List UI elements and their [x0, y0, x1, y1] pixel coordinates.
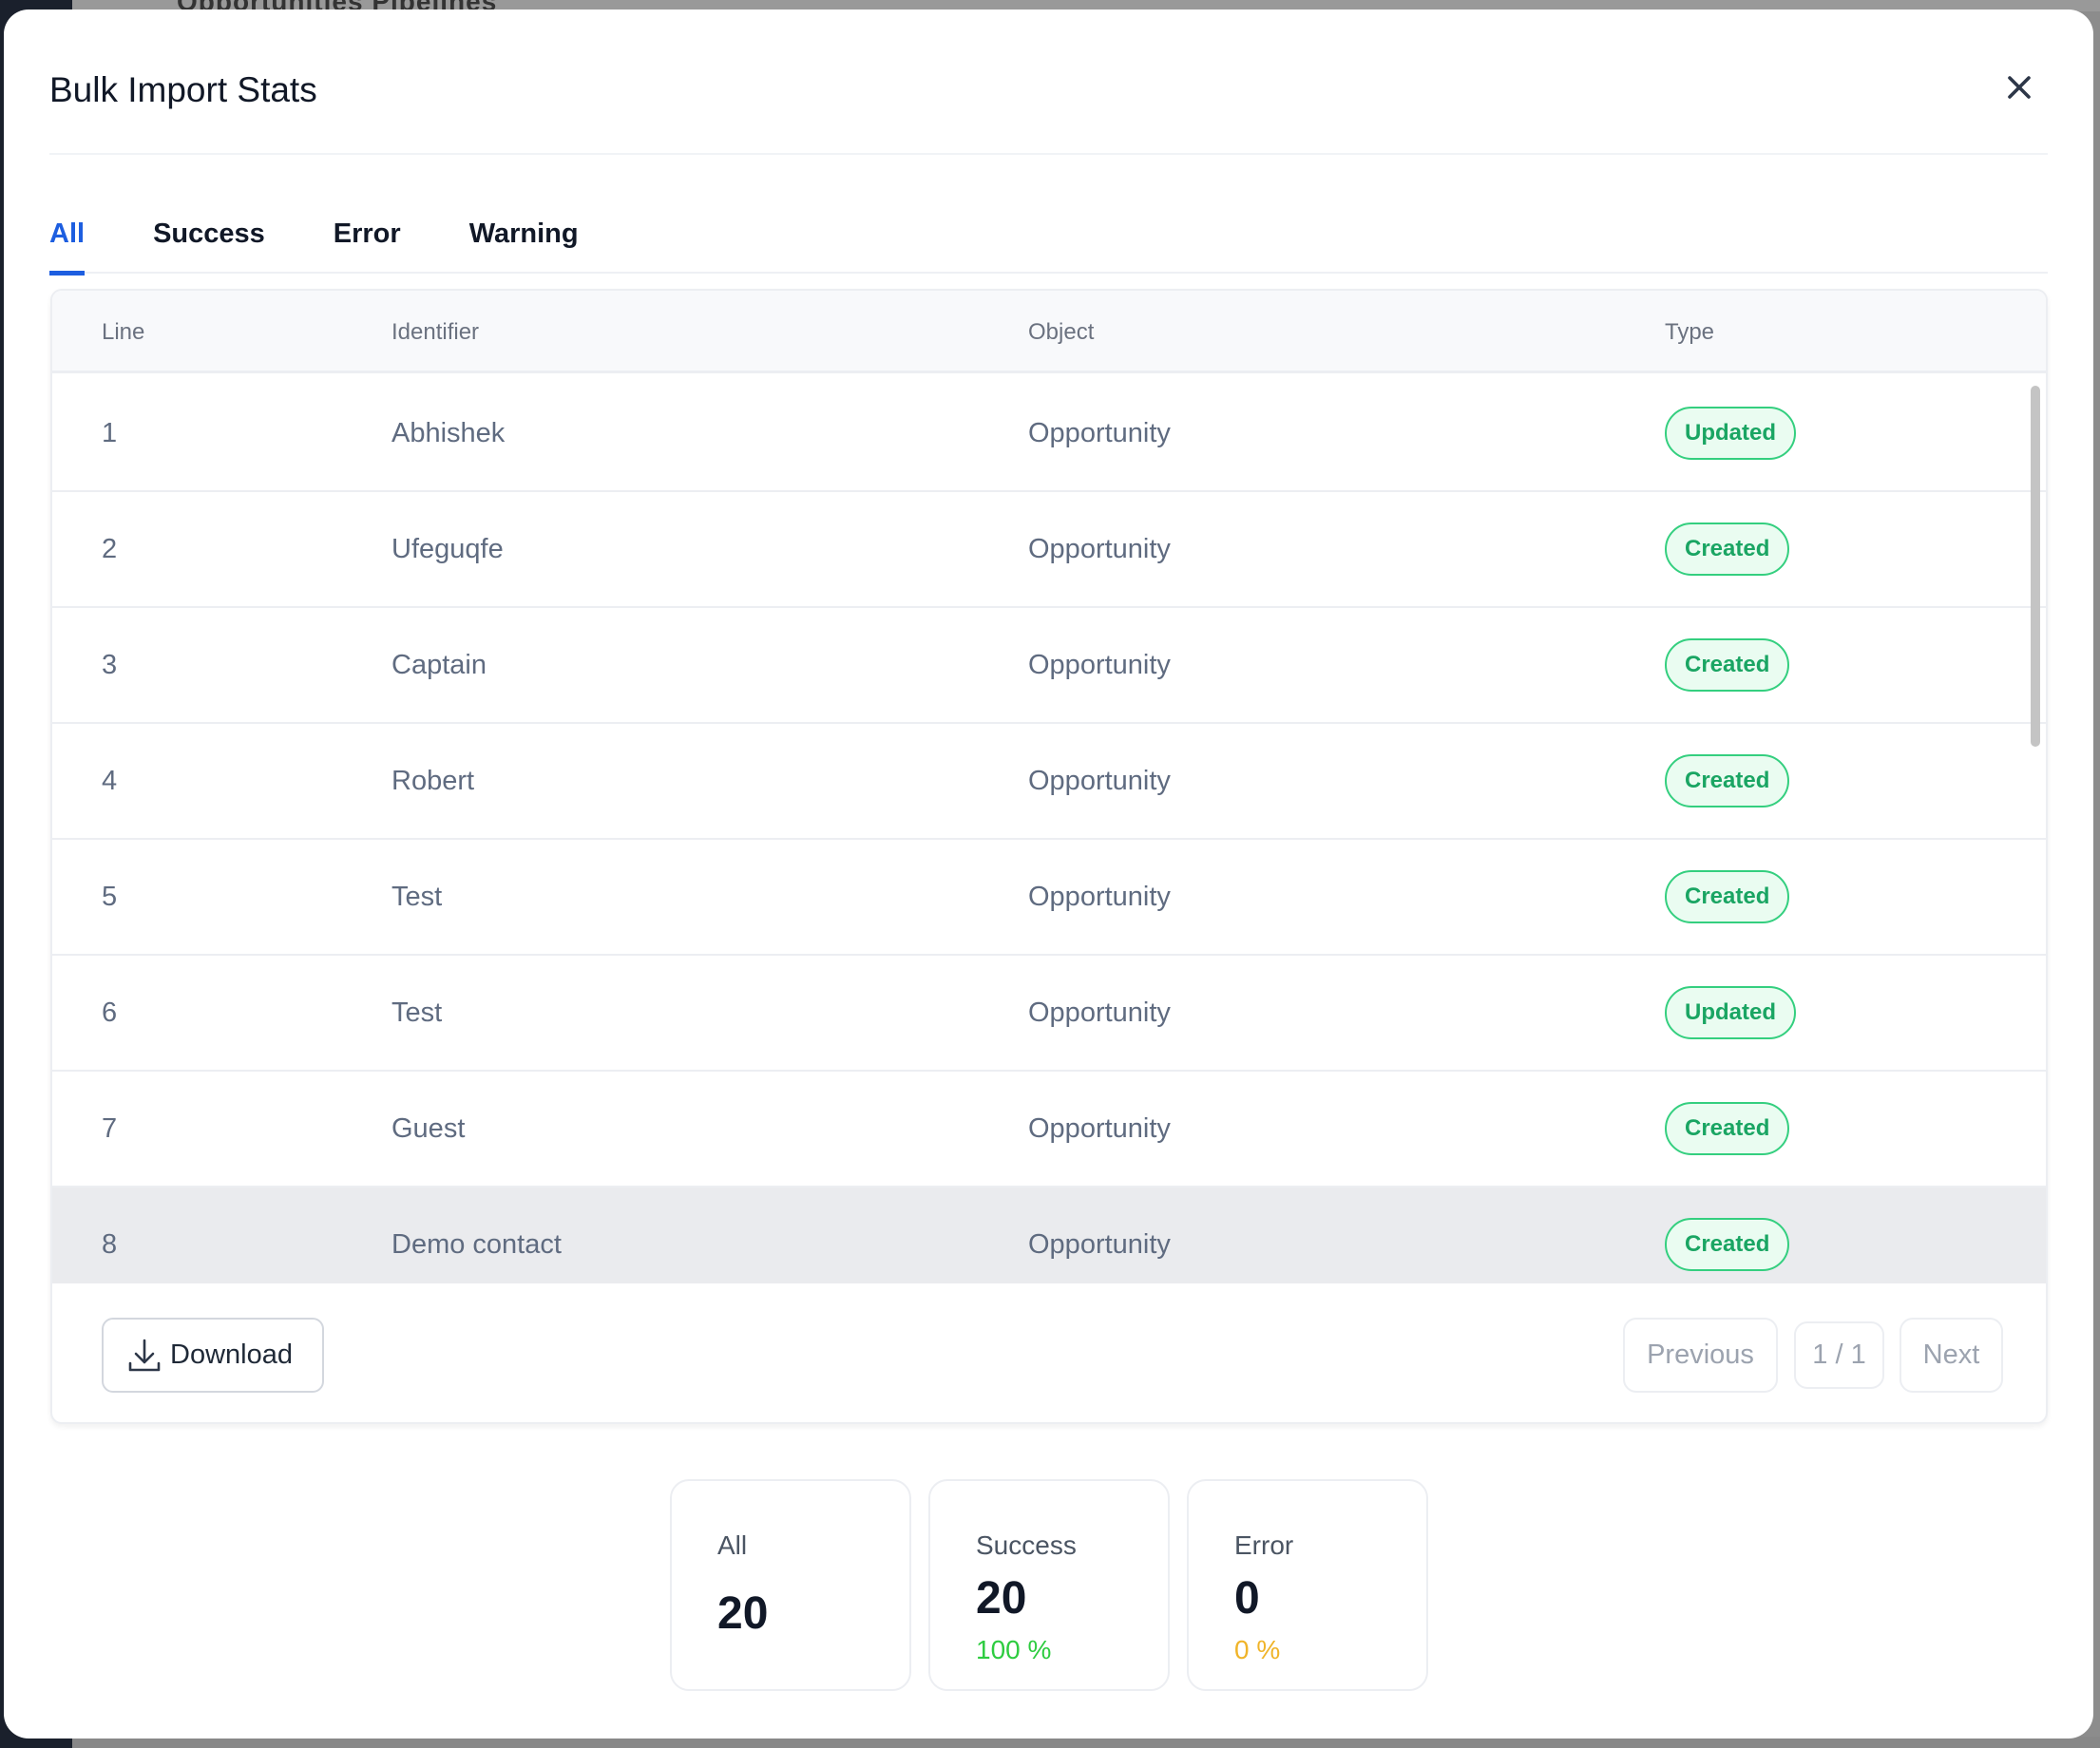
table-row[interactable]: 1 Abhishek Opportunity Updated [52, 376, 2046, 492]
tab-warning[interactable]: Warning [469, 209, 579, 274]
cell-identifier: Ufeguqfe [391, 534, 504, 564]
table-body: 1 Abhishek Opportunity Updated 2 Ufeguqf… [52, 376, 2046, 1283]
cell-line: 4 [102, 766, 118, 796]
stat-percent-success: 100 % [976, 1635, 1052, 1664]
stat-label-all: All [717, 1530, 748, 1560]
type-badge: Created [1665, 638, 1790, 692]
cell-object: Opportunity [1028, 650, 1171, 680]
close-button[interactable] [2000, 68, 2038, 106]
cell-line: 8 [102, 1229, 118, 1260]
table-row[interactable]: 3 Captain Opportunity Created [52, 608, 2046, 724]
import-results-table: Line Identifier Object Type 1 Abhishek O… [50, 289, 2048, 1424]
cell-object: Opportunity [1028, 418, 1171, 448]
stat-label-success: Success [976, 1530, 1077, 1560]
cell-identifier: Guest [391, 1113, 466, 1144]
close-icon [2008, 76, 2031, 99]
table-row[interactable]: 2 Ufeguqfe Opportunity Created [52, 492, 2046, 608]
cell-line: 5 [102, 882, 118, 912]
column-header-line: Line [102, 319, 145, 345]
bulk-import-stats-modal: Bulk Import Stats All Success Error Warn… [4, 10, 2093, 1738]
column-header-type: Type [1665, 319, 1715, 345]
stat-card-all: All 20 [670, 1479, 911, 1691]
cell-object: Opportunity [1028, 998, 1171, 1028]
stat-value-all: 20 [717, 1588, 769, 1639]
download-icon [128, 1339, 161, 1371]
cell-identifier: Test [391, 998, 443, 1028]
table-scrollbar[interactable] [2031, 386, 2040, 747]
cell-object: Opportunity [1028, 882, 1171, 912]
cell-identifier: Robert [391, 766, 475, 796]
next-page-button[interactable]: Next [1900, 1318, 2003, 1393]
stat-label-error: Error [1234, 1530, 1294, 1560]
tab-success[interactable]: Success [153, 209, 265, 274]
type-badge: Created [1665, 754, 1790, 808]
column-header-identifier: Identifier [391, 319, 480, 345]
type-badge: Created [1665, 522, 1790, 576]
header-divider [49, 153, 2048, 155]
cell-identifier: Abhishek [391, 418, 506, 448]
cell-line: 1 [102, 418, 118, 448]
table-header: Line Identifier Object Type [52, 291, 2046, 373]
stat-value-error: 0 [1234, 1573, 1260, 1624]
cell-identifier: Captain [391, 650, 487, 680]
type-badge: Created [1665, 870, 1790, 923]
cell-object: Opportunity [1028, 1113, 1171, 1144]
cell-identifier: Test [391, 882, 443, 912]
stat-card-success: Success 20 100 % [928, 1479, 1170, 1691]
cell-object: Opportunity [1028, 1229, 1171, 1260]
previous-page-button[interactable]: Previous [1623, 1318, 1778, 1393]
cell-object: Opportunity [1028, 766, 1171, 796]
stat-value-success: 20 [976, 1573, 1027, 1624]
table-row[interactable]: 8 Demo contact Opportunity Created [52, 1188, 2046, 1283]
tab-error[interactable]: Error [334, 209, 401, 274]
table-row[interactable]: 4 Robert Opportunity Created [52, 724, 2046, 840]
download-label: Download [170, 1340, 293, 1370]
table-row[interactable]: 6 Test Opportunity Updated [52, 956, 2046, 1072]
type-badge: Updated [1665, 407, 1796, 460]
column-header-object: Object [1028, 319, 1095, 345]
page-indicator: 1 / 1 [1794, 1321, 1884, 1389]
stat-percent-error: 0 % [1234, 1635, 1281, 1664]
tab-bar: All Success Error Warning [49, 209, 2048, 276]
table-row[interactable]: 7 Guest Opportunity Created [52, 1072, 2046, 1188]
cell-line: 7 [102, 1113, 118, 1144]
cell-line: 6 [102, 998, 118, 1028]
cell-line: 2 [102, 534, 118, 564]
modal-title: Bulk Import Stats [49, 70, 317, 109]
cell-identifier: Demo contact [391, 1229, 562, 1260]
stat-card-error: Error 0 0 % [1187, 1479, 1428, 1691]
tab-all[interactable]: All [49, 209, 86, 276]
table-row[interactable]: 5 Test Opportunity Created [52, 840, 2046, 956]
type-badge: Created [1665, 1102, 1790, 1155]
type-badge: Updated [1665, 986, 1796, 1039]
cell-object: Opportunity [1028, 534, 1171, 564]
download-button[interactable]: Download [102, 1318, 324, 1393]
cell-line: 3 [102, 650, 118, 680]
type-badge: Created [1665, 1218, 1790, 1271]
